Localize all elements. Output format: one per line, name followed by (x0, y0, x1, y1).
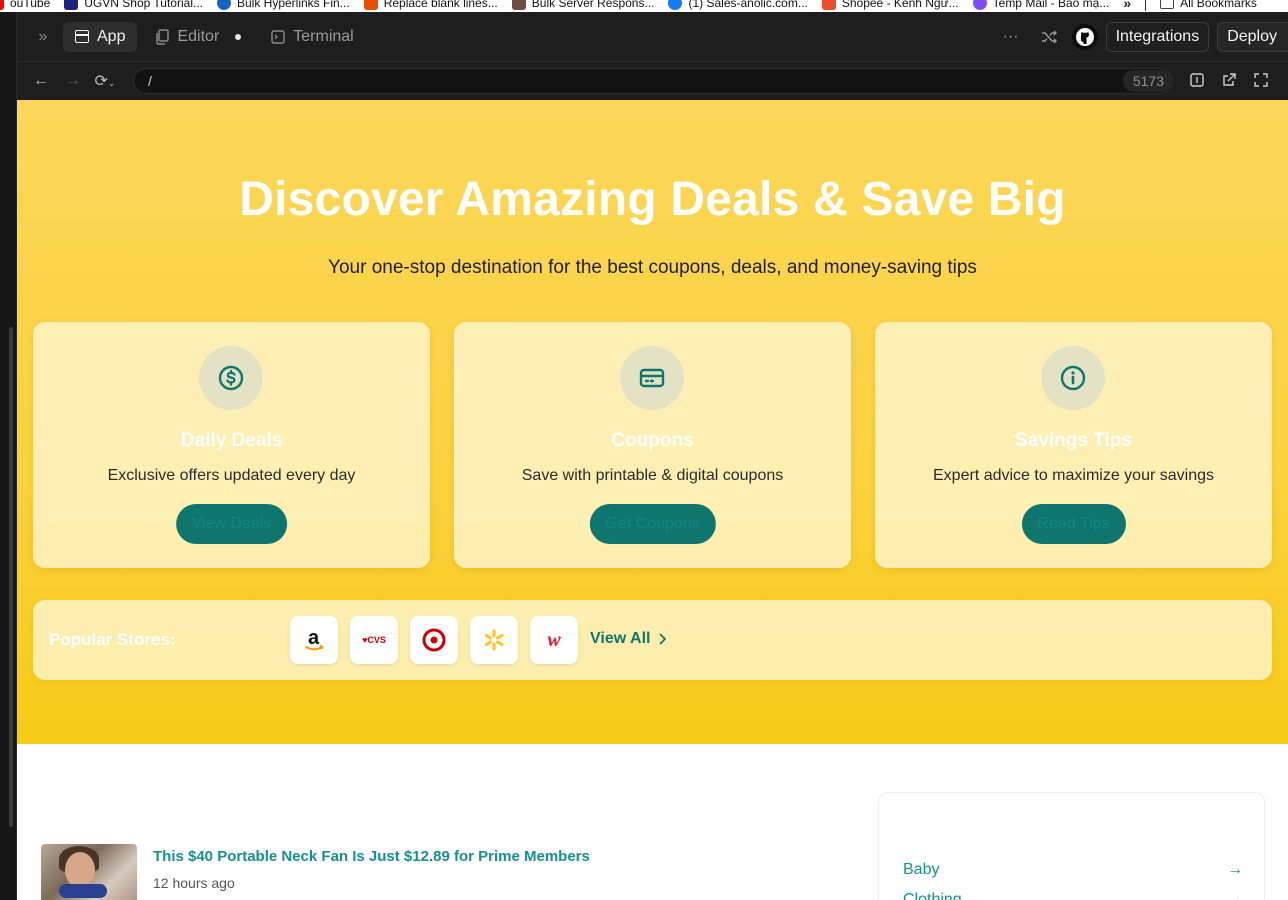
article-timestamp: 12 hours ago (153, 875, 235, 891)
walgreens-logo-icon: w (547, 628, 561, 651)
left-scrollbar[interactable] (9, 327, 13, 827)
back-arrow-icon[interactable]: ← (25, 72, 57, 90)
card-icon (620, 346, 684, 410)
svg-text:a: a (308, 627, 320, 649)
all-bookmarks-button[interactable]: All Bookmarks (1160, 0, 1257, 10)
url-input[interactable]: / 5173 (133, 68, 1174, 94)
arrow-right-icon: → (1227, 891, 1243, 900)
forward-arrow-icon[interactable]: → (57, 72, 89, 90)
bookmark-item[interactable]: Shopee - Kênh Ngư... (821, 0, 959, 10)
port-badge[interactable]: 5173 (1122, 70, 1174, 92)
category-item-baby[interactable]: Baby → (903, 861, 1243, 879)
store-target[interactable] (410, 616, 458, 664)
cvs-logo-icon: ♥CVS (362, 635, 386, 645)
copy-icon (156, 28, 170, 45)
card-title: Coupons (611, 430, 694, 451)
bookmark-item[interactable]: ouTube (0, 0, 50, 10)
card-daily-deals: Daily Deals Exclusive offers updated eve… (33, 322, 430, 568)
card-title: Savings Tips (1015, 430, 1132, 451)
mail-icon (972, 0, 987, 10)
dollar-icon (199, 346, 263, 410)
amazon-logo-icon: a (305, 627, 324, 651)
more-options-icon[interactable]: ··· (996, 22, 1026, 52)
preview-urlbar: ← → ⟳⌄ / 5173 (17, 62, 1288, 100)
facebook-icon (668, 0, 683, 10)
hero-section: Discover Amazing Deals & Save Big Your o… (17, 100, 1288, 744)
card-description: Exclusive offers updated every day (107, 467, 356, 484)
tab-editor[interactable]: Editor (143, 22, 253, 52)
get-coupons-button[interactable]: Get Coupons (589, 504, 716, 544)
open-external-icon[interactable] (1219, 72, 1239, 90)
store-walmart[interactable] (470, 616, 518, 664)
left-panel-strip (0, 12, 17, 900)
bookmark-item[interactable]: Bulk Server Respons... (511, 0, 654, 10)
deploy-button[interactable]: Deploy (1217, 21, 1288, 52)
store-walgreens[interactable]: w (530, 616, 578, 664)
globe-icon (216, 0, 231, 10)
walmart-spark-icon (484, 629, 504, 651)
workspace-tabbar: » App Editor Terminal ··· Integrations D… (17, 12, 1288, 62)
split-view-icon[interactable] (1187, 72, 1207, 90)
bookmark-item[interactable]: Replace blank lines... (363, 0, 498, 10)
view-deals-button[interactable]: View Deals (175, 504, 288, 544)
tab-app[interactable]: App (63, 21, 138, 52)
shopee-icon (821, 0, 836, 10)
folder-icon (1160, 0, 1175, 9)
bookmarks-separator (1145, 0, 1147, 11)
card-description: Save with printable & digital coupons (521, 467, 784, 484)
fullscreen-icon[interactable] (1251, 72, 1271, 90)
hero-title: Discover Amazing Deals & Save Big (239, 173, 1066, 226)
reload-icon[interactable]: ⟳⌄ (89, 71, 121, 91)
article-thumbnail[interactable] (41, 844, 137, 900)
tab-terminal[interactable]: Terminal (259, 22, 365, 52)
bookmark-item[interactable]: Bulk Hyperlinks Fin... (216, 0, 350, 10)
hero-subtitle: Your one-stop destination for the best c… (328, 257, 977, 278)
store-cvs[interactable]: ♥CVS (350, 616, 398, 664)
category-item-clothing[interactable]: Clothing → (903, 891, 1243, 900)
target-logo-icon (422, 628, 446, 652)
unsaved-dot-icon (235, 33, 242, 40)
app-preview: Discover Amazing Deals & Save Big Your o… (17, 100, 1288, 900)
bookmarks-bar: ouTube UGVN Shop Tutorial... Bulk Hyperl… (0, 0, 1288, 12)
card-coupons: Coupons Save with printable & digital co… (454, 322, 851, 568)
card-description: Expert advice to maximize your savings (933, 467, 1214, 484)
read-tips-button[interactable]: Read Tips (1021, 504, 1126, 544)
popular-stores-label: Popular Stores: (49, 630, 176, 649)
shop-icon (64, 0, 79, 10)
view-all-stores-link[interactable]: View All (590, 630, 667, 648)
card-savings-tips: Savings Tips Expert advice to maximize y… (875, 322, 1272, 568)
article-list-item[interactable]: This $40 Portable Neck Fan Is Just $12.8… (41, 844, 590, 900)
bookmark-item[interactable]: Temp Mail - Bảo mậ... (972, 0, 1109, 10)
document-icon (363, 0, 378, 10)
bookmark-item[interactable]: (1) Sales-anolic.com... (668, 0, 808, 10)
avatar-icon (511, 0, 526, 10)
categories-sidebar: Baby → Clothing → (878, 792, 1265, 900)
popular-stores-bar: Popular Stores: a ♥CVS w View All (33, 600, 1272, 680)
bookmarks-more-button[interactable]: » (1123, 0, 1131, 11)
arrow-right-icon: → (1227, 861, 1243, 878)
github-icon[interactable] (1071, 23, 1098, 50)
integrations-button[interactable]: Integrations (1105, 21, 1210, 52)
expand-sidebar-icon[interactable]: » (29, 28, 57, 46)
store-amazon[interactable]: a (290, 616, 338, 664)
window-icon (75, 30, 89, 43)
chevron-right-icon (659, 633, 667, 645)
shuffle-icon[interactable] (1034, 22, 1064, 52)
terminal-icon (271, 29, 285, 44)
youtube-icon (0, 0, 4, 10)
bookmark-item[interactable]: UGVN Shop Tutorial... (64, 0, 203, 10)
card-title: Daily Deals (180, 430, 283, 451)
article-title-link[interactable]: This $40 Portable Neck Fan Is Just $12.8… (153, 848, 590, 865)
info-icon (1041, 346, 1105, 410)
